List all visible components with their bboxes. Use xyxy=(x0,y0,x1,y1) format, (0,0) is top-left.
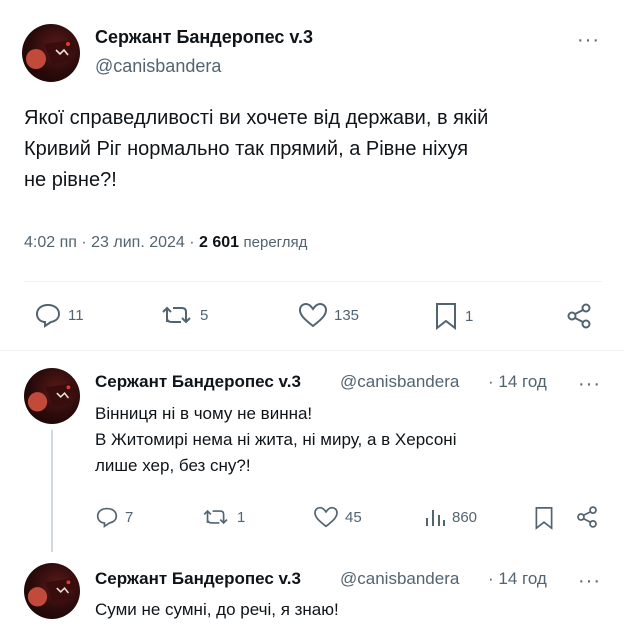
reply-text: Вінниця ні в чому не винна! В Житомирі н… xyxy=(95,401,605,479)
views-count: 2 601 xyxy=(199,234,240,251)
tweet-text-line: Кривий Ріг нормально так прямий, а Рівне… xyxy=(24,138,469,160)
avatar-image xyxy=(27,578,77,607)
bookmark-count: 1 xyxy=(465,307,474,325)
bookmark-icon xyxy=(535,507,553,530)
author-handle[interactable]: @canisbandera xyxy=(95,56,221,77)
bookmark-button[interactable] xyxy=(533,506,561,530)
reply-text-line: лише хер, без сну?! xyxy=(95,456,251,475)
like-count: 135 xyxy=(334,306,360,324)
reply-icon xyxy=(96,507,118,528)
bookmark-icon xyxy=(436,303,456,330)
avatar[interactable] xyxy=(22,24,80,82)
share-icon xyxy=(567,303,591,329)
avatar[interactable] xyxy=(24,563,80,619)
reply-count: 7 xyxy=(125,508,134,526)
avatar-image xyxy=(26,40,76,69)
like-icon xyxy=(314,506,338,528)
repost-icon xyxy=(162,306,191,324)
reply-text-line: Вінниця ні в чому не винна! xyxy=(95,404,313,423)
views-icon xyxy=(426,510,445,526)
views-button[interactable]: 860 xyxy=(424,506,477,528)
reply-author-handle[interactable]: @canisbandera xyxy=(340,372,485,392)
like-button[interactable]: 45 xyxy=(313,506,362,528)
tweet-timestamp[interactable]: 4:02 пп · 23 лип. 2024 · xyxy=(24,234,199,251)
reply-count: 11 xyxy=(68,306,84,324)
more-icon[interactable]: ··· xyxy=(577,30,600,50)
author-name[interactable]: Сержант Бандеропес v.3 xyxy=(95,27,313,48)
reply-timestamp[interactable]: · 14 год xyxy=(488,569,547,589)
thread-line xyxy=(51,430,53,552)
reply-author-name[interactable]: Сержант Бандеропес v.3 xyxy=(95,372,336,392)
like-button[interactable]: 135 xyxy=(298,302,359,328)
reply-button[interactable]: 11 xyxy=(34,302,84,328)
repost-button[interactable]: 5 xyxy=(160,302,208,328)
tweet-text-line: не рівне?! xyxy=(24,169,117,191)
avatar[interactable] xyxy=(24,368,80,424)
reply-text-line: Суми не сумні, до речі, я знаю! xyxy=(95,600,339,619)
repost-count: 5 xyxy=(200,306,209,324)
reply-text: Суми не сумні, до речі, я знаю! xyxy=(95,597,605,623)
bookmark-button[interactable]: 1 xyxy=(433,302,473,330)
divider xyxy=(24,281,602,282)
reply-icon xyxy=(35,303,61,328)
tweet-meta: 4:02 пп · 23 лип. 2024 · 2 601 перегляд xyxy=(24,234,307,252)
share-button[interactable] xyxy=(575,505,605,529)
reply-author-name[interactable]: Сержант Бандеропес v.3 xyxy=(95,569,336,589)
reply-timestamp[interactable]: · 14 год xyxy=(488,372,547,392)
views-label: перегляд xyxy=(243,234,308,251)
tweet-text: Якої справедливості ви хочете від держав… xyxy=(24,103,614,196)
like-count: 45 xyxy=(345,508,362,526)
avatar-image xyxy=(27,383,77,412)
tweet-text-line: Якої справедливості ви хочете від держав… xyxy=(24,107,489,129)
divider xyxy=(0,350,624,351)
reply-text-line: В Житомирі нема ні жита, ні миру, а в Хе… xyxy=(95,430,457,449)
share-button[interactable] xyxy=(565,302,599,330)
reply-author-handle[interactable]: @canisbandera xyxy=(340,569,485,589)
more-icon[interactable]: ··· xyxy=(578,374,601,394)
repost-count: 1 xyxy=(237,508,246,526)
views-count: 860 xyxy=(452,508,478,526)
repost-button[interactable]: 1 xyxy=(201,506,245,528)
reply-button[interactable]: 7 xyxy=(95,506,133,528)
more-icon[interactable]: ··· xyxy=(578,571,601,591)
like-icon xyxy=(298,302,328,328)
share-icon xyxy=(577,506,597,528)
repost-icon xyxy=(203,509,228,525)
